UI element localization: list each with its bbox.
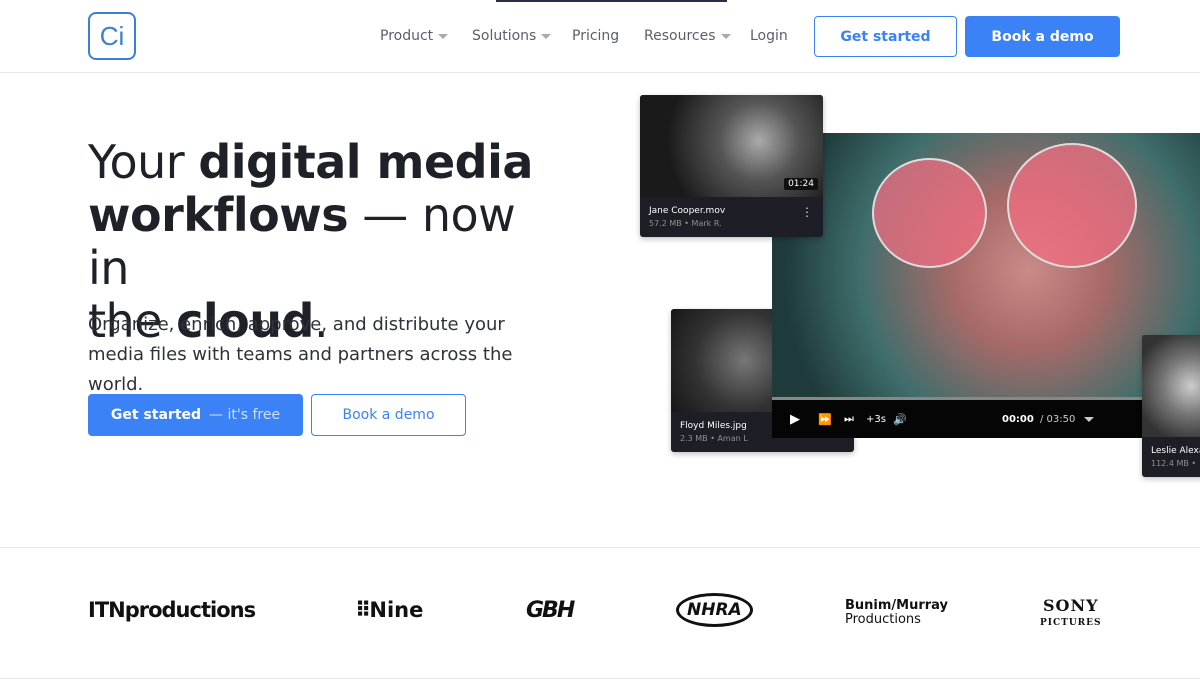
logo-sony-pictures: SONY PICTURES [1040,596,1102,629]
media-name: Jane Cooper.mov [649,206,726,216]
total-time: / 03:50 [1040,413,1076,425]
nav-label: Login [750,28,788,44]
logo-nhra: NHRA [676,593,753,627]
volume-icon[interactable]: 🔊 [893,413,907,426]
nav-resources[interactable]: Resources [644,28,731,44]
media-meta: 112.4 MB • [1151,459,1197,468]
video-player[interactable]: ▶ ⏩ ⏭ +3s 🔊 00:00 / 03:50 [772,133,1200,438]
more-options-icon[interactable]: ⋮ [801,206,813,218]
media-meta: 2.3 MB • Aman L [680,434,748,443]
current-time: 00:00 [1002,413,1034,425]
cta-label: Get started [110,407,202,423]
fast-forward-icon[interactable]: ⏩ [818,413,832,426]
caret-down-icon [720,33,731,39]
logo-gbh: GBH [526,598,575,623]
caret-down-icon [541,33,552,39]
nav-label: Product [380,28,434,44]
media-name: Floyd Miles.jpg [680,421,747,431]
player-controls: ▶ ⏩ ⏭ +3s 🔊 00:00 / 03:50 [772,400,1200,438]
nav-label: Resources [644,28,716,44]
media-thumbnail [1142,335,1200,437]
play-icon[interactable]: ▶ [790,412,800,427]
nav-solutions[interactable]: Solutions [472,28,552,44]
nav-label: Pricing [572,28,620,44]
video-frame-detail [872,158,987,268]
nav-product[interactable]: Product [380,28,449,44]
caret-down-icon[interactable] [1084,416,1094,422]
hero-subtitle: Organize, enrich, approve, and distribut… [88,314,513,395]
duration-badge: 01:24 [784,178,818,190]
skip-forward-button[interactable]: +3s [866,414,886,425]
media-name: Leslie Alexa [1151,446,1200,456]
caret-down-icon [438,33,449,39]
hero-get-started-button[interactable]: Get started — it's free [88,394,303,436]
media-card[interactable]: 01:24 Jane Cooper.mov 57.2 MB • Mark R. … [640,95,823,237]
get-started-button[interactable]: Get started [814,16,957,57]
hero-book-demo-button[interactable]: Book a demo [311,394,466,436]
logo-itn-productions: ITNproductions [88,598,256,622]
book-demo-button[interactable]: Book a demo [965,16,1120,57]
nav-pricing[interactable]: Pricing [572,28,619,44]
cta-suffix: — it's free [209,407,281,423]
logo-nine: ⠿Nine [355,598,424,622]
nav-login[interactable]: Login [750,28,788,44]
navbar: Ci Product Solutions Pricing Resources L… [0,0,1200,73]
media-card[interactable]: Leslie Alexa 112.4 MB • [1142,335,1200,477]
logo-bunim-murray: Bunim/Murray Productions [845,598,949,627]
video-frame-detail [1007,143,1137,268]
skip-next-icon[interactable]: ⏭ [844,412,854,426]
brand-logo[interactable]: Ci [88,12,136,60]
media-meta: 57.2 MB • Mark R. [649,219,722,228]
nav-label: Solutions [472,28,537,44]
customer-logos: ITNproductions ⠿Nine GBH NHRA Bunim/Murr… [0,547,1200,679]
